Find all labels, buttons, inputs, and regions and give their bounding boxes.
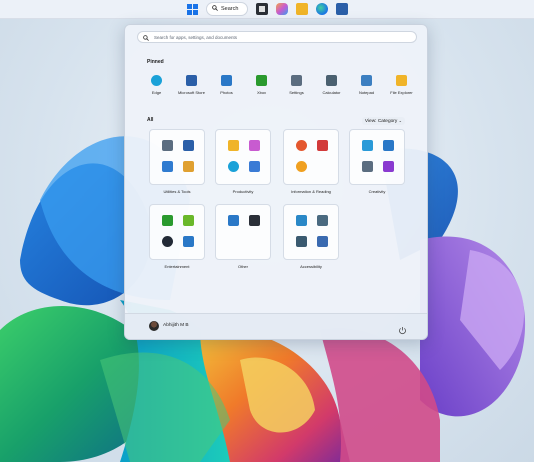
app-category-label: Utilities & Tools [163,189,191,194]
pinned-app-label: Xbox [256,90,267,95]
app-category-label: Other [237,264,248,269]
edge-icon[interactable] [316,3,328,15]
start-footer: Abhijith M B [125,313,427,339]
app-category-folder[interactable] [349,129,405,185]
clipchamp-icon [383,161,394,172]
pinned-app-label: Photos [220,90,233,95]
all-apps-heading: All [147,117,154,123]
view-category-label: View: Category [364,119,398,124]
news-icon [317,140,328,151]
windows-icon[interactable] [186,3,198,15]
task-view-icon[interactable] [256,3,268,15]
edge-icon [151,75,162,86]
pinned-app[interactable]: Notepad [349,75,384,95]
power-icon[interactable] [398,322,407,334]
apps-icon [183,161,194,172]
app-category-folder[interactable] [283,129,339,185]
app-category-label: Accessibility [300,264,322,269]
photos-icon [221,75,232,86]
pinned-app[interactable]: Calculator [314,75,349,95]
start-search-input[interactable] [154,34,404,40]
copilot-icon [249,140,260,151]
app-category-folder[interactable] [215,129,271,185]
taskbar-search-box[interactable]: Search [206,2,248,16]
weather-icon [296,161,307,172]
avatar[interactable] [149,321,159,331]
pinned-app-label: Calculator [322,90,341,95]
taskbar: Search [0,0,534,19]
speech-icon [317,236,328,247]
paint-icon [362,140,373,151]
app-category-label: Productivity [232,189,254,194]
store-icon [183,140,194,151]
xbox-icon [256,75,267,86]
pinned-app[interactable]: Xbox [244,75,279,95]
pinned-app[interactable]: Settings [279,75,314,95]
people-icon [162,161,173,172]
movies-icon [183,236,194,247]
taskbar-search-label: Search [221,6,239,12]
edge-icon [228,161,239,172]
pinned-app-label: Microsoft Store [178,90,205,95]
app-category-label: Creativity [368,189,386,194]
pinned-app[interactable]: Microsoft Store [174,75,209,95]
app-category-folder[interactable] [215,204,271,260]
view-category-dropdown[interactable]: View: Category ⌄ [361,117,405,125]
keyboard-icon [296,215,307,226]
pinned-app-label: Edge [151,90,162,95]
chevron-down-icon: ⌄ [398,118,402,123]
maps-icon [296,140,307,151]
pinned-app-label: Notepad [358,90,375,95]
search-icon [212,5,218,13]
calculator-icon [326,75,337,86]
pinned-app[interactable]: Edge [139,75,174,95]
pinned-app-label: Settings [289,90,304,95]
search-icon [143,28,149,46]
pinned-apps: Edge Microsoft Store Photos Xbox Settings Cal… [139,75,419,95]
app-category-folder[interactable] [149,129,205,185]
notepad-icon [361,75,372,86]
game-icon [183,215,194,226]
app-category-label: Entertainment [164,264,190,269]
gear-icon [291,75,302,86]
copilot-icon[interactable] [276,3,288,15]
store-icon [186,75,197,86]
app-category-folder[interactable] [149,204,205,260]
start-search-bar[interactable] [137,31,417,43]
app-category-label: Information & Reading [291,189,331,194]
snipping-icon [228,215,239,226]
apps-icon [249,161,260,172]
store-icon[interactable] [336,3,348,15]
pinned-heading: Pinned [147,59,164,65]
magnifier-icon [317,215,328,226]
media-player-icon [162,236,173,247]
pinned-app[interactable]: Photos [209,75,244,95]
pinned-app[interactable]: File Explorer [384,75,419,95]
folder-icon [228,140,239,151]
narrator-icon [296,236,307,247]
folder-icon [396,75,407,86]
file-explorer-icon[interactable] [296,3,308,15]
app-category-folder[interactable] [283,204,339,260]
pinned-app-label: File Explorer [390,90,413,95]
photos-icon [383,140,394,151]
camera-icon [362,161,373,172]
xbox-icon [162,215,173,226]
start-menu: Pinned Edge Microsoft Store Photos Xbox Sett… [124,24,428,340]
user-name[interactable]: Abhijith M B [163,323,189,328]
gear-icon [162,140,173,151]
terminal-icon [249,215,260,226]
